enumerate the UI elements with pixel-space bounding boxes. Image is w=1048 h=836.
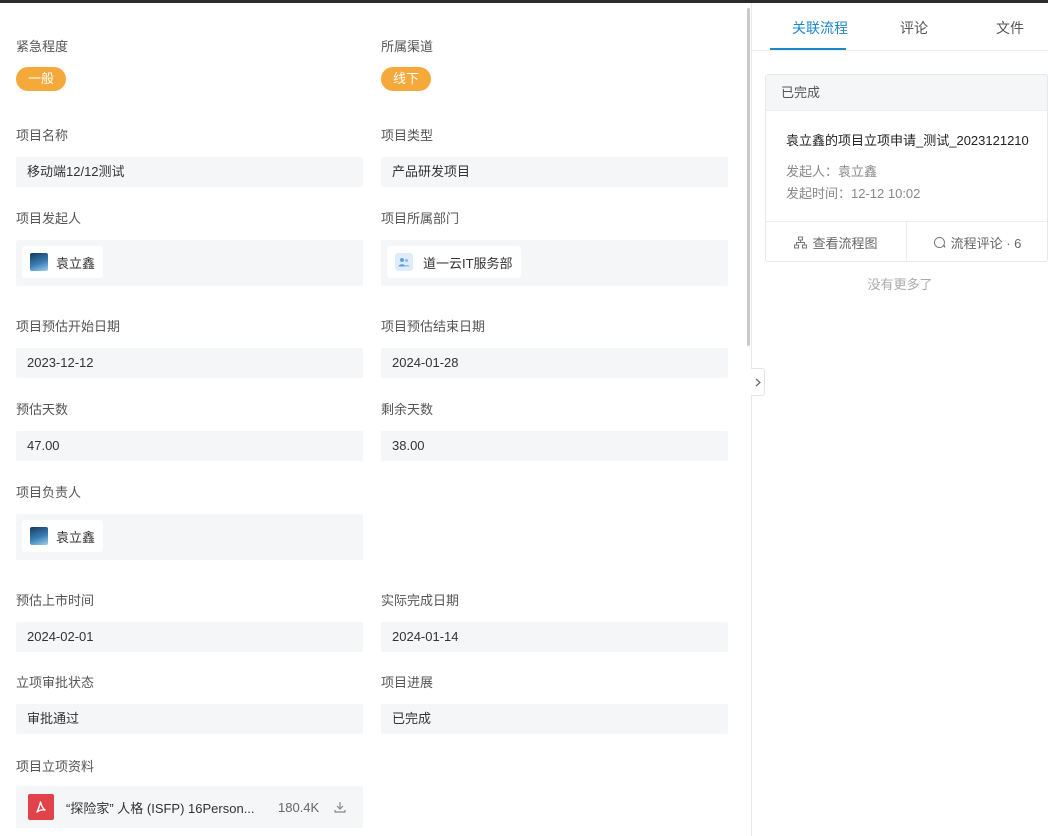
est-days-value[interactable]: 47.00 — [16, 431, 363, 461]
approval-status-field: 立项审批状态 审批通过 — [16, 675, 363, 734]
remaining-days-label: 剩余天数 — [381, 402, 434, 417]
progress-value[interactable]: 已完成 — [381, 704, 728, 734]
side-panel: 关联流程 评论 文件 已完成 袁立鑫的项目立项申请_测试_2023121210 … — [752, 3, 1048, 836]
owner-box: 袁立鑫 — [16, 514, 363, 560]
urgency-label: 紧急程度 — [16, 39, 69, 54]
progress-field: 项目进展 已完成 — [381, 675, 728, 734]
project-type-field: 项目类型 产品研发项目 — [381, 128, 728, 187]
project-name-label: 项目名称 — [16, 128, 69, 143]
urgency-tag: 一般 — [16, 67, 67, 91]
urgency-field: 紧急程度 一般 — [16, 39, 363, 91]
tab-files[interactable]: 文件 — [996, 18, 1024, 38]
department-label: 项目所属部门 — [381, 211, 460, 226]
initiator-chip[interactable]: 袁立鑫 — [22, 246, 104, 278]
initiator-label: 项目发起人 — [16, 211, 82, 226]
project-type-label: 项目类型 — [381, 128, 434, 143]
flow-card[interactable]: 已完成 袁立鑫的项目立项申请_测试_2023121210 发起人：袁立鑫 发起时… — [765, 74, 1048, 262]
est-start-label: 项目预估开始日期 — [16, 319, 121, 334]
avatar — [30, 253, 48, 271]
project-form: 紧急程度 一般 所属渠道 线下 项目名称 移动端12/12测试 项目类型 产品研… — [0, 3, 748, 836]
est-start-field: 项目预估开始日期 2023-12-12 — [16, 319, 363, 378]
approval-status-label: 立项审批状态 — [16, 675, 95, 690]
owner-field: 项目负责人 袁立鑫 — [16, 485, 363, 560]
attachment-file-size: 180.4K — [278, 799, 320, 815]
remaining-days-field: 剩余天数 38.00 — [381, 402, 728, 461]
est-end-value[interactable]: 2024-01-28 — [381, 348, 728, 378]
remaining-days-value[interactable]: 38.00 — [381, 431, 728, 461]
department-icon — [395, 253, 413, 271]
est-start-value[interactable]: 2023-12-12 — [16, 348, 363, 378]
project-name-value[interactable]: 移动端12/12测试 — [16, 157, 363, 187]
owner-name: 袁立鑫 — [56, 529, 96, 545]
attachment-file[interactable]: “探险家” 人格 (ISFP) 16Person... 180.4K — [16, 786, 363, 828]
flow-card-actions: 查看流程图 流程评论 · 6 — [766, 221, 1047, 262]
comment-icon — [933, 236, 946, 248]
est-days-label: 预估天数 — [16, 402, 69, 417]
owner-label: 项目负责人 — [16, 485, 82, 500]
department-name: 道一云IT服务部 — [423, 255, 513, 271]
est-end-field: 项目预估结束日期 2024-01-28 — [381, 319, 728, 378]
flow-comments-label: 流程评论 · 6 — [950, 235, 1022, 251]
view-flowchart-button[interactable]: 查看流程图 — [766, 222, 906, 262]
channel-label: 所属渠道 — [381, 39, 434, 54]
flowchart-icon — [794, 236, 808, 248]
department-box: 道一云IT服务部 — [381, 240, 728, 286]
avatar — [30, 527, 48, 545]
download-icon[interactable] — [333, 800, 347, 814]
flow-status: 已完成 — [766, 75, 1047, 111]
actual-done-value[interactable]: 2024-01-14 — [381, 622, 728, 652]
launch-time-label: 预估上市时间 — [16, 593, 95, 608]
department-field: 项目所属部门 道一云IT服务部 — [381, 211, 728, 286]
approval-status-value[interactable]: 审批通过 — [16, 704, 363, 734]
initiator-name: 袁立鑫 — [56, 255, 96, 271]
pdf-icon — [28, 794, 54, 820]
form-scrollbar[interactable] — [747, 8, 750, 346]
flow-time: 发起时间：12-12 10:02 — [786, 186, 921, 201]
tab-related-flow[interactable]: 关联流程 — [792, 18, 848, 38]
initiator-box: 袁立鑫 — [16, 240, 363, 286]
no-more-text: 没有更多了 — [867, 277, 933, 292]
view-flowchart-label: 查看流程图 — [812, 235, 878, 251]
department-chip[interactable]: 道一云IT服务部 — [387, 246, 521, 278]
attachment-field: 项目立项资料 “探险家” 人格 (ISFP) 16Person... 180.4… — [16, 759, 363, 828]
active-tab-indicator — [770, 48, 846, 50]
channel-tag: 线下 — [381, 67, 432, 91]
project-name-field: 项目名称 移动端12/12测试 — [16, 128, 363, 187]
launch-time-value[interactable]: 2024-02-01 — [16, 622, 363, 652]
progress-label: 项目进展 — [381, 675, 434, 690]
tab-comments[interactable]: 评论 — [900, 18, 928, 38]
flow-initiator: 发起人：袁立鑫 — [786, 164, 878, 179]
est-end-label: 项目预估结束日期 — [381, 319, 486, 334]
panel-tabs: 关联流程 评论 文件 — [752, 3, 1048, 51]
launch-time-field: 预估上市时间 2024-02-01 — [16, 593, 363, 652]
flow-comments-button[interactable]: 流程评论 · 6 — [906, 222, 1047, 262]
channel-field: 所属渠道 线下 — [381, 39, 728, 91]
attachment-label: 项目立项资料 — [16, 759, 95, 774]
est-days-field: 预估天数 47.00 — [16, 402, 363, 461]
initiator-field: 项目发起人 袁立鑫 — [16, 211, 363, 286]
actual-done-field: 实际完成日期 2024-01-14 — [381, 593, 728, 652]
flow-title[interactable]: 袁立鑫的项目立项申请_测试_2023121210 — [786, 130, 1029, 149]
actual-done-label: 实际完成日期 — [381, 593, 460, 608]
owner-chip[interactable]: 袁立鑫 — [22, 520, 104, 552]
attachment-file-name: “探险家” 人格 (ISFP) 16Person... — [66, 800, 255, 816]
project-type-value[interactable]: 产品研发项目 — [381, 157, 728, 187]
